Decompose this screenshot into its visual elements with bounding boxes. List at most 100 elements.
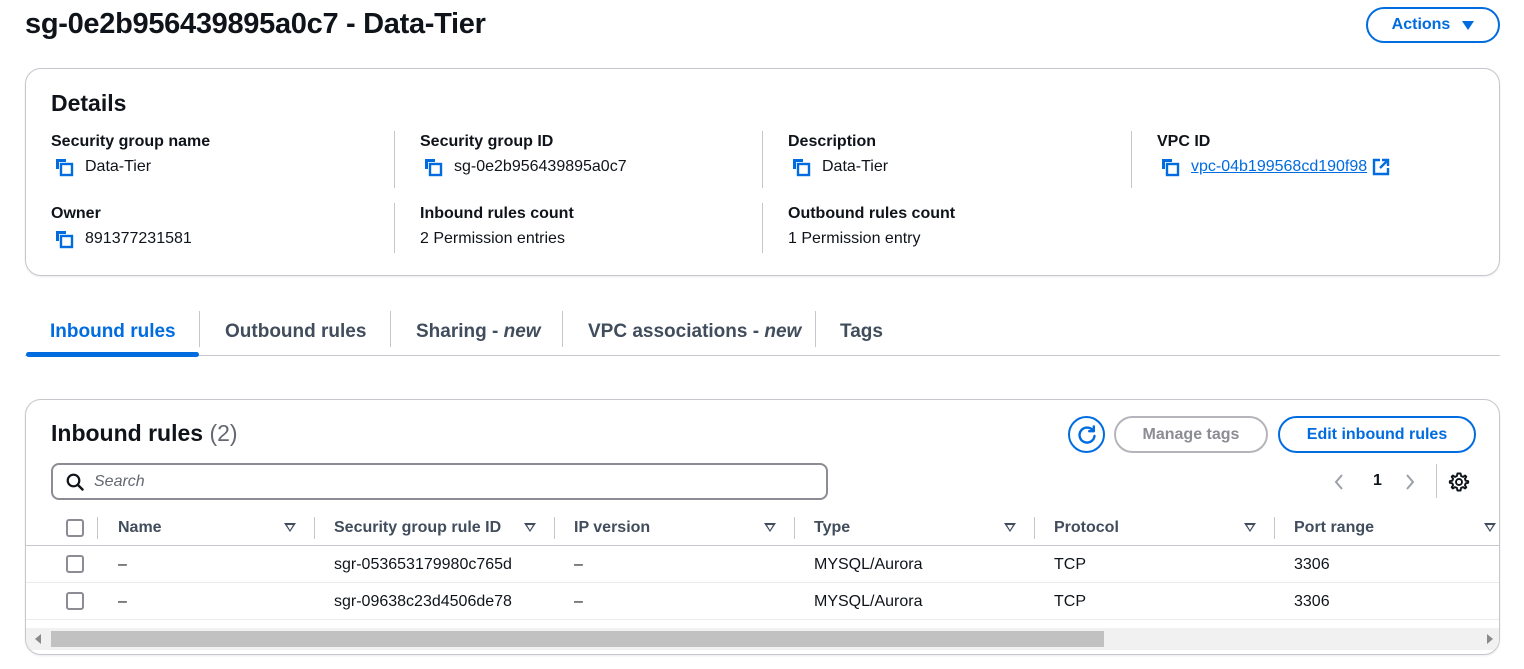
cell-protocol: TCP [1054, 592, 1086, 610]
scrollbar-thumb[interactable] [51, 631, 1104, 647]
cell-type: MYSQL/Aurora [814, 555, 923, 573]
description-value: Data-Tier [822, 158, 889, 175]
tab-vpc-associations[interactable]: VPC associations - new [588, 307, 801, 356]
table-row[interactable]: – sgr-09638c23d4506de78 – MYSQL/Aurora T… [26, 583, 1499, 620]
field-label: Security group name [51, 133, 211, 150]
column-header-rule-id[interactable]: Security group rule ID [334, 510, 501, 546]
divider [394, 203, 395, 253]
rules-count: (2) [209, 420, 238, 446]
column-header-name[interactable]: Name [118, 510, 162, 546]
th-separator [1034, 517, 1035, 539]
field-value: Data-Tier [788, 156, 1133, 178]
column-header-type[interactable]: Type [814, 510, 850, 546]
divider [394, 131, 395, 188]
pagination-next[interactable] [1403, 470, 1417, 494]
gear-icon [1448, 472, 1470, 492]
sg-id-value: sg-0e2b956439895a0c7 [454, 158, 627, 175]
field-label: Inbound rules count [420, 205, 574, 222]
cell-name: – [118, 592, 127, 610]
edit-inbound-rules-button[interactable]: Edit inbound rules [1278, 416, 1476, 453]
cell-rule-id: sgr-09638c23d4506de78 [334, 592, 512, 610]
row-checkbox[interactable] [66, 555, 84, 573]
tab-label: VPC associations - [588, 320, 765, 342]
column-header-port-range[interactable]: Port range [1294, 510, 1374, 546]
cell-port-range: 3306 [1294, 592, 1330, 610]
owner-value: 891377231581 [85, 230, 192, 247]
sort-icon[interactable] [1244, 523, 1256, 532]
field-value: 2 Permission entries [420, 228, 765, 250]
copy-icon[interactable] [1159, 156, 1181, 178]
field-outbound-count: Outbound rules count 1 Permission entry [788, 205, 1133, 250]
th-separator [1274, 517, 1275, 539]
cell-rule-id: sgr-053653179980c765d [334, 555, 512, 573]
th-separator [794, 517, 795, 539]
field-value: sg-0e2b956439895a0c7 [420, 156, 765, 178]
chevron-left-icon [1334, 474, 1343, 490]
page-title: sg-0e2b956439895a0c7 - Data-Tier [25, 8, 486, 40]
column-header-ip-version[interactable]: IP version [574, 510, 650, 546]
pagination-page-number[interactable]: 1 [1373, 472, 1382, 490]
tabs: Inbound rules Outbound rules Sharing - n… [25, 307, 1500, 357]
new-badge: new [503, 320, 541, 342]
sort-icon[interactable] [1004, 523, 1016, 532]
tab-separator [815, 311, 816, 347]
inbound-count-value: 2 Permission entries [420, 230, 565, 247]
tab-inbound-rules[interactable]: Inbound rules [50, 307, 176, 356]
copy-icon[interactable] [790, 156, 812, 178]
table-row[interactable]: – sgr-053653179980c765d – MYSQL/Aurora T… [26, 546, 1499, 583]
new-badge: new [764, 320, 802, 342]
sort-icon[interactable] [524, 523, 536, 532]
field-label: Owner [51, 205, 101, 222]
tab-tags[interactable]: Tags [840, 307, 883, 356]
field-inbound-count: Inbound rules count 2 Permission entries [420, 205, 765, 250]
actions-label: Actions [1391, 16, 1451, 33]
scroll-left-arrow-icon[interactable] [35, 634, 41, 644]
copy-icon[interactable] [422, 156, 444, 178]
tab-sharing[interactable]: Sharing - new [416, 307, 541, 356]
copy-icon[interactable] [53, 156, 75, 178]
th-separator [314, 517, 315, 539]
field-owner: Owner 891377231581 [51, 205, 396, 250]
refresh-icon [1077, 424, 1096, 444]
search-box[interactable] [51, 463, 828, 500]
tab-outbound-rules[interactable]: Outbound rules [225, 307, 366, 356]
field-value: 1 Permission entry [788, 228, 1133, 250]
field-sg-name: Security group name Data-Tier [51, 133, 396, 178]
refresh-button[interactable] [1068, 416, 1105, 453]
tab-separator [390, 311, 391, 347]
sort-icon[interactable] [1484, 523, 1496, 532]
sort-icon[interactable] [764, 523, 776, 532]
external-link-icon[interactable] [1372, 158, 1390, 176]
select-all-checkbox[interactable] [66, 519, 84, 537]
manage-tags-button[interactable]: Manage tags [1114, 416, 1268, 453]
actions-button[interactable]: Actions [1366, 7, 1500, 43]
caret-down-icon [1462, 20, 1475, 30]
tab-label: Sharing - [416, 320, 504, 342]
preferences-button[interactable] [1448, 471, 1470, 498]
outbound-count-value: 1 Permission entry [788, 230, 921, 247]
field-description: Description Data-Tier [788, 133, 1133, 178]
rules-title-text: Inbound rules [51, 420, 204, 446]
horizontal-scrollbar[interactable] [26, 628, 1499, 650]
vpc-id-link[interactable]: vpc-04b199568cd190f98 [1191, 158, 1367, 176]
tab-separator [199, 311, 200, 347]
cell-ip-version: – [574, 592, 583, 610]
field-label: VPC ID [1157, 133, 1211, 150]
chevron-right-icon [1406, 474, 1415, 490]
cell-name: – [118, 555, 127, 573]
pager-separator [1436, 464, 1437, 498]
column-header-protocol[interactable]: Protocol [1054, 510, 1119, 546]
tab-label: Outbound rules [225, 320, 367, 342]
inbound-rules-title: Inbound rules (2) [51, 420, 238, 447]
search-icon [66, 473, 84, 491]
tab-separator [562, 311, 563, 347]
pagination-prev[interactable] [1332, 470, 1346, 494]
search-input[interactable] [94, 472, 794, 491]
divider [762, 131, 763, 188]
tab-label: Tags [840, 320, 883, 342]
copy-icon[interactable] [53, 228, 75, 250]
scroll-right-arrow-icon[interactable] [1487, 634, 1493, 644]
sort-icon[interactable] [284, 523, 296, 532]
field-sg-id: Security group ID sg-0e2b956439895a0c7 [420, 133, 765, 178]
row-checkbox[interactable] [66, 592, 84, 610]
